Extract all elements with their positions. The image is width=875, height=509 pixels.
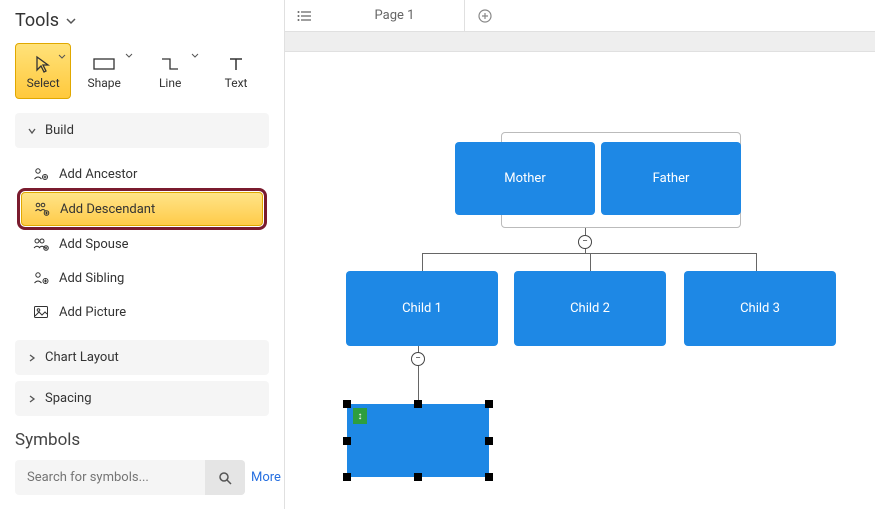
node-label: Mother — [504, 171, 545, 186]
resize-badge[interactable]: ↕ — [353, 408, 367, 424]
tools-title: Tools — [15, 10, 59, 31]
item-label: Add Descendant — [60, 202, 155, 217]
connector — [422, 253, 756, 254]
chevron-down-icon — [27, 126, 37, 136]
tool-label: Line — [159, 76, 181, 90]
build-panel: Build — [15, 113, 269, 148]
tools-sidebar: Tools Select Shape Line — [0, 0, 285, 509]
page-tab-label: Page 1 — [375, 8, 415, 23]
resize-handle[interactable] — [343, 437, 351, 445]
canvas-ruler-band — [285, 32, 875, 52]
add-page-button[interactable] — [465, 9, 505, 23]
resize-handle[interactable] — [414, 400, 422, 408]
item-label: Add Ancestor — [59, 167, 137, 182]
tool-label: Select — [27, 76, 60, 90]
people-ring-icon — [33, 236, 49, 252]
node-mother[interactable]: Mother — [455, 142, 595, 215]
build-title: Build — [45, 123, 74, 138]
tool-line[interactable]: Line — [137, 43, 203, 99]
panel-title: Spacing — [45, 391, 92, 406]
people-side-icon — [33, 270, 49, 286]
spacing-header[interactable]: Spacing — [15, 381, 269, 416]
connector — [756, 253, 757, 271]
connector — [590, 253, 591, 271]
node-child-3[interactable]: Child 3 — [684, 271, 836, 346]
item-label: Add Spouse — [59, 237, 129, 252]
build-add-sibling[interactable]: Add Sibling — [21, 262, 263, 294]
search-wrap — [15, 460, 245, 495]
node-child-1[interactable]: Child 1 — [346, 271, 498, 346]
page-bar: Page 1 — [285, 0, 875, 32]
tools-header[interactable]: Tools — [15, 10, 269, 31]
node-label: Child 1 — [402, 301, 442, 316]
more-label: More — [251, 470, 281, 485]
build-add-picture[interactable]: Add Picture — [21, 296, 263, 328]
tool-select[interactable]: Select — [15, 43, 71, 99]
resize-handle[interactable] — [414, 473, 422, 481]
build-add-ancestor[interactable]: Add Ancestor — [21, 158, 263, 190]
build-items: Add Ancestor Add Descendant Add Spouse A… — [15, 154, 269, 332]
page-tab[interactable]: Page 1 — [325, 0, 465, 31]
build-add-descendant[interactable]: Add Descendant — [21, 192, 263, 226]
chevron-down-icon — [58, 50, 66, 64]
main-area: Page 1 Mother Father − Child 1 Child 2 C… — [285, 0, 875, 509]
resize-handle[interactable] — [343, 400, 351, 408]
chevron-down-icon — [125, 49, 133, 63]
tool-row: Select Shape Line Text — [15, 43, 269, 99]
chevron-right-icon — [27, 394, 37, 404]
symbols-title: Symbols — [15, 430, 269, 450]
canvas[interactable]: Mother Father − Child 1 Child 2 Child 3 … — [285, 52, 875, 509]
chevron-right-icon — [27, 353, 37, 363]
collapse-toggle[interactable]: − — [411, 352, 425, 366]
resize-handle[interactable] — [485, 473, 493, 481]
text-icon — [228, 52, 244, 76]
tool-label: Text — [225, 76, 248, 90]
tool-label: Shape — [88, 76, 121, 90]
resize-handle[interactable] — [485, 400, 493, 408]
connector — [422, 253, 423, 271]
list-icon — [297, 8, 313, 24]
people-down-icon — [34, 201, 50, 217]
outline-button[interactable] — [285, 8, 325, 24]
panel-title: Chart Layout — [45, 350, 119, 365]
resize-handle[interactable] — [343, 473, 351, 481]
node-label: Child 2 — [570, 301, 610, 316]
build-header[interactable]: Build — [15, 113, 269, 148]
chart-layout-header[interactable]: Chart Layout — [15, 340, 269, 375]
node-label: Father — [653, 171, 690, 186]
symbols-more-link[interactable]: More — [251, 470, 285, 485]
node-label: Child 3 — [740, 301, 780, 316]
cursor-icon — [34, 52, 52, 76]
tool-text[interactable]: Text — [203, 43, 269, 99]
collapse-toggle[interactable]: − — [578, 235, 592, 249]
tool-shape[interactable]: Shape — [71, 43, 137, 99]
chevron-down-icon — [191, 49, 199, 63]
chart-layout-panel: Chart Layout — [15, 340, 269, 375]
item-label: Add Sibling — [59, 271, 124, 286]
image-icon — [33, 304, 49, 320]
build-add-spouse[interactable]: Add Spouse — [21, 228, 263, 260]
node-new-descendant[interactable] — [347, 404, 489, 477]
search-icon — [218, 471, 232, 485]
node-father[interactable]: Father — [601, 142, 741, 215]
spacing-panel: Spacing — [15, 381, 269, 416]
rectangle-icon — [93, 52, 115, 76]
symbols-search-button[interactable] — [205, 460, 245, 495]
resize-handle[interactable] — [485, 437, 493, 445]
node-child-2[interactable]: Child 2 — [514, 271, 666, 346]
symbols-search-input[interactable] — [15, 460, 205, 495]
symbols-search-row: More — [15, 460, 269, 495]
plus-circle-icon — [478, 9, 492, 23]
chevron-down-icon — [65, 15, 77, 27]
elbow-line-icon — [160, 52, 180, 76]
people-up-icon — [33, 166, 49, 182]
item-label: Add Picture — [59, 305, 126, 320]
